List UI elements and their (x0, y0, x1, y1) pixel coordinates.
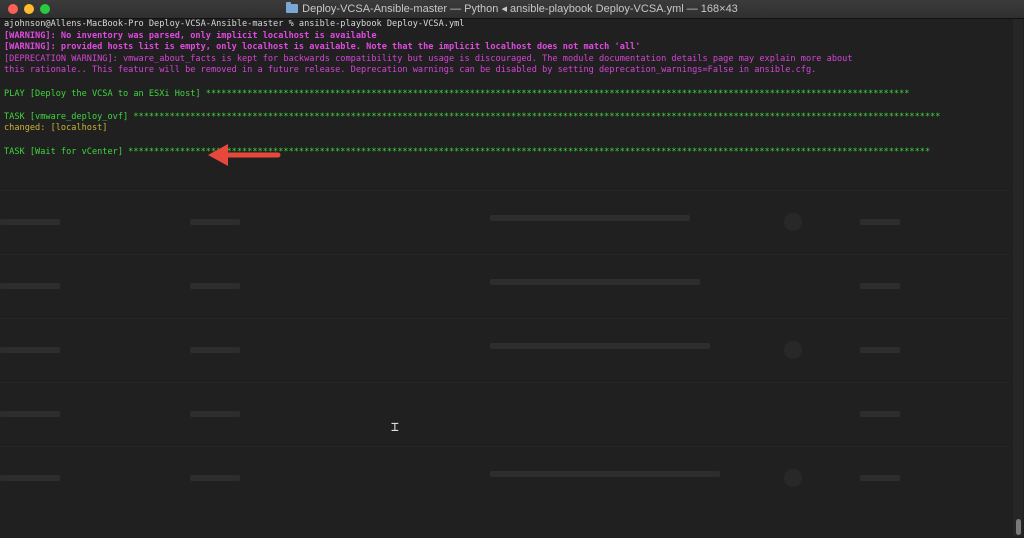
title-bar: Deploy-VCSA-Ansible-master — Python ◂ an… (0, 0, 1024, 19)
terminal-line: TASK [Wait for vCenter] ****************… (4, 146, 931, 157)
terminal-line: ajohnson@Allens-MacBook-Pro Deploy-VCSA-… (4, 19, 465, 29)
scrollbar-thumb[interactable] (1016, 519, 1021, 535)
terminal-line: TASK [vmware_deploy_ovf] ***************… (4, 111, 941, 122)
terminal-line: changed: [localhost] (4, 123, 108, 134)
terminal-line: [DEPRECATION WARNING]: vmware_about_fact… (4, 53, 853, 64)
folder-icon (286, 2, 299, 13)
terminal-line: this rationale.. This feature will be re… (4, 65, 817, 76)
terminal-line: PLAY [Deploy the VCSA to an ESXi Host] *… (4, 88, 910, 99)
scrollbar[interactable] (1013, 19, 1023, 536)
terminal-output[interactable]: ajohnson@Allens-MacBook-Pro Deploy-VCSA-… (4, 19, 1010, 534)
window-title-text: Deploy-VCSA-Ansible-master — Python ◂ an… (302, 3, 738, 15)
terminal-line: [WARNING]: No inventory was parsed, only… (4, 30, 377, 41)
window-title: Deploy-VCSA-Ansible-master — Python ◂ an… (0, 2, 1024, 15)
text-cursor-icon: ⌶ (391, 420, 399, 435)
annotation-arrow-icon (208, 144, 281, 166)
terminal-line: [WARNING]: provided hosts list is empty,… (4, 42, 641, 53)
terminal-window: Deploy-VCSA-Ansible-master — Python ◂ an… (0, 0, 1024, 538)
